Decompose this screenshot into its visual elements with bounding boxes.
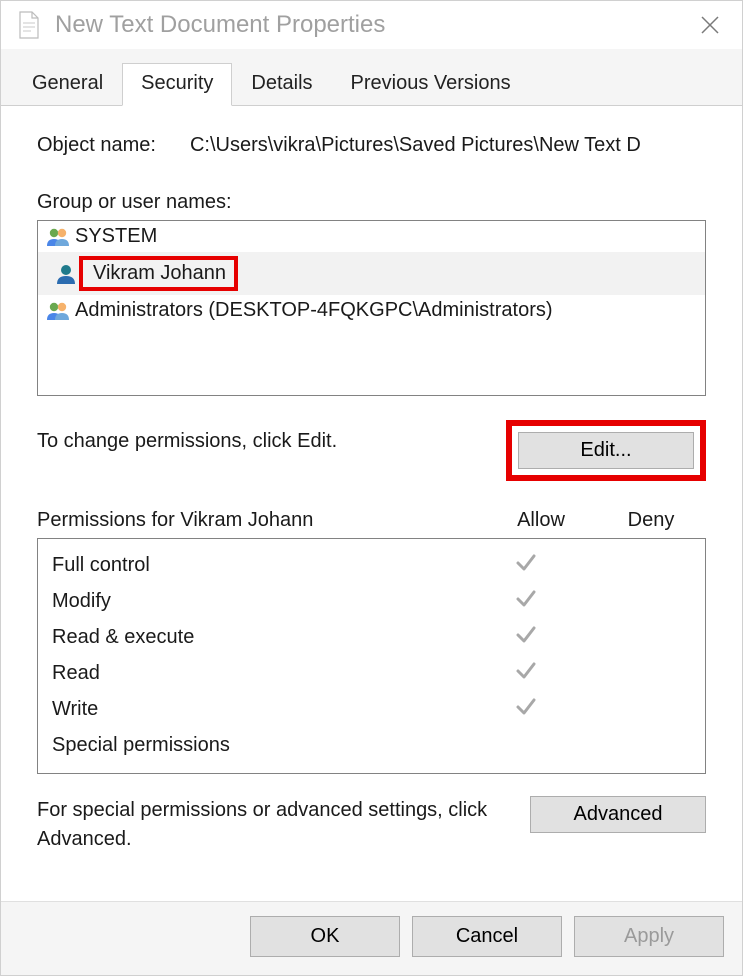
edit-hint: To change permissions, click Edit. [37,420,486,453]
permission-row: Modify [52,583,691,619]
check-icon [514,658,538,688]
permission-row: Read [52,655,691,691]
permission-name: Modify [52,590,471,613]
permission-allow [471,694,581,724]
list-item-label: Administrators (DESKTOP-4FQKGPC\Administ… [75,299,553,322]
permissions-header-name: Permissions for Vikram Johann [37,509,486,532]
tab-security[interactable]: Security [122,63,232,106]
permission-row: Read & execute [52,619,691,655]
properties-window: New Text Document Properties General Sec… [0,0,743,976]
list-item-label: Vikram Johann [93,262,226,285]
object-value: C:\Users\vikra\Pictures\Saved Pictures\N… [190,134,641,157]
highlight-box-edit: Edit... [506,420,706,481]
permission-allow [471,586,581,616]
ok-button[interactable]: OK [250,916,400,957]
user-icon [54,263,78,285]
permissions-col-allow: Allow [486,509,596,532]
edit-button[interactable]: Edit... [518,432,694,469]
permission-row: Special permissions [52,727,691,763]
advanced-row: For special permissions or advanced sett… [37,796,706,854]
list-item-system[interactable]: SYSTEM [38,221,705,252]
permission-row: Full control [52,547,691,583]
list-item-administrators[interactable]: Administrators (DESKTOP-4FQKGPC\Administ… [38,295,705,326]
users-group-icon [46,300,70,322]
document-icon [17,11,41,39]
permission-name: Read [52,662,471,685]
permission-name: Special permissions [52,734,471,757]
check-icon [514,550,538,580]
list-item-vikram[interactable]: Vikram Johann [38,252,705,295]
group-label: Group or user names: [37,191,706,214]
permission-row: Write [52,691,691,727]
window-title: New Text Document Properties [55,11,686,39]
dialog-footer: OK Cancel Apply [1,901,742,975]
permissions-header: Permissions for Vikram Johann Allow Deny [37,509,706,532]
list-item-label: SYSTEM [75,225,157,248]
check-icon [514,694,538,724]
object-label: Object name: [37,134,156,157]
edit-row: To change permissions, click Edit. Edit.… [37,420,706,481]
check-icon [514,586,538,616]
tab-details[interactable]: Details [232,63,331,105]
check-icon [514,622,538,652]
tab-previous-versions[interactable]: Previous Versions [332,63,530,105]
tab-strip: General Security Details Previous Versio… [1,49,742,106]
permission-allow [471,550,581,580]
advanced-button[interactable]: Advanced [530,796,706,833]
advanced-hint: For special permissions or advanced sett… [37,796,510,854]
permission-allow [471,622,581,652]
tab-general[interactable]: General [13,63,122,105]
permissions-col-deny: Deny [596,509,706,532]
users-group-icon [46,226,70,248]
permission-allow [471,658,581,688]
highlight-box-user: Vikram Johann [79,256,238,291]
close-button[interactable] [686,1,734,49]
object-row: Object name: C:\Users\vikra\Pictures\Sav… [37,134,706,157]
permission-name: Write [52,698,471,721]
permission-name: Read & execute [52,626,471,649]
titlebar: New Text Document Properties [1,1,742,49]
tab-content: Object name: C:\Users\vikra\Pictures\Sav… [1,106,742,901]
permission-name: Full control [52,554,471,577]
group-listbox[interactable]: SYSTEM Vikram Johann [37,220,706,396]
cancel-button[interactable]: Cancel [412,916,562,957]
permissions-table: Full control Modify Read & execute Read Writ… [37,538,706,774]
apply-button[interactable]: Apply [574,916,724,957]
